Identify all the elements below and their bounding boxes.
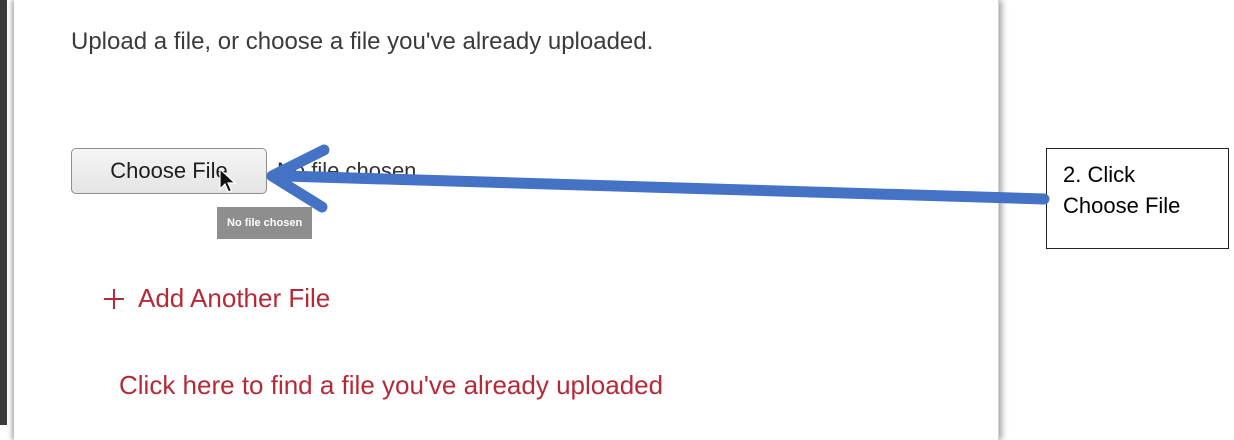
add-another-file-label: Add Another File [138, 283, 331, 313]
no-file-tooltip: No file chosen [217, 207, 313, 239]
plus-icon [104, 289, 124, 309]
find-uploaded-file-link[interactable]: Click here to find a file you've already… [119, 370, 663, 401]
mouse-pointer-icon [219, 168, 237, 193]
choose-file-button[interactable]: Choose File [71, 148, 267, 194]
file-status-text: No file chosen [277, 158, 417, 183]
left-border-strip [0, 0, 7, 425]
callout-line-2: Choose File [1063, 193, 1181, 218]
upload-instructions: Upload a file, or choose a file you've a… [71, 28, 654, 55]
upload-panel: Upload a file, or choose a file you've a… [14, 0, 999, 440]
callout-line-1: 2. Click [1063, 162, 1136, 187]
instruction-callout: 2. Click Choose File [1046, 148, 1229, 249]
